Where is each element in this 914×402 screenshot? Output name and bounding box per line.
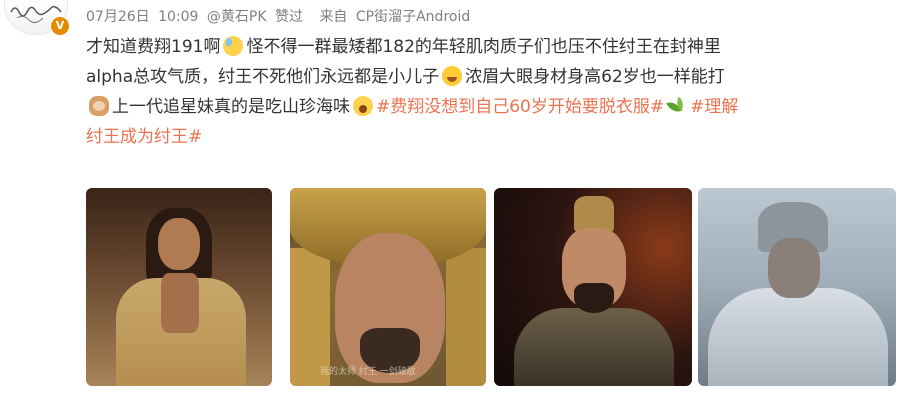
source-link[interactable]: CP街溜子Android: [356, 9, 470, 25]
photo-thumbnail[interactable]: [698, 188, 896, 386]
post-text: 怪不得一群最矮都182的年轻肌肉质子们也压不住纣王在封神里: [246, 37, 721, 57]
source-prefix: 来自: [319, 9, 348, 25]
photo-subtitle: 我的太师 纣王 一剑破敌: [320, 367, 416, 377]
leaf-icon: [667, 96, 687, 116]
photo-thumbnail[interactable]: [86, 188, 272, 386]
post-meta: 07月26日 10:09 @黄石PK 赞过 来自 CP街溜子Android: [86, 6, 474, 26]
verified-badge: V: [50, 16, 70, 36]
post-body: 才知道费翔191啊 怪不得一群最矮都182的年轻肌肉质子们也压不住纣王在封神里 a…: [86, 32, 906, 152]
post-line-4: 纣王成为纣王#: [86, 122, 906, 152]
monkey-icon: [89, 96, 109, 116]
post-text: 才知道费翔191啊: [86, 37, 221, 57]
post-line-1: 才知道费翔191啊 怪不得一群最矮都182的年轻肌肉质子们也压不住纣王在封神里: [86, 32, 906, 62]
post-line-3: 上一代追星妹真的是吃山珍海味 #费翔没想到自己60岁开始要脱衣服# #理解: [86, 92, 906, 122]
post-text: 浓眉大眼身材身高62岁也一样能打: [465, 67, 725, 87]
post-line-2: alpha总攻气质，纣王不死他们永远都是小儿子 浓眉大眼身材身高62岁也一样能打: [86, 62, 906, 92]
post-text: 上一代追星妹真的是吃山珍海味: [112, 97, 350, 117]
photo-grid: 我的太师 纣王 一剑破敌: [86, 188, 896, 386]
hashtag-link[interactable]: 纣王成为纣王#: [86, 127, 202, 147]
photo-thumbnail[interactable]: 我的太师 纣王 一剑破敌: [290, 188, 486, 386]
repost-author-link[interactable]: @黄石PK: [207, 9, 267, 25]
post-text: alpha总攻气质，纣王不死他们永远都是小儿子: [86, 67, 440, 87]
laugh-icon: [442, 66, 463, 86]
repost-action: 赞过: [274, 9, 303, 25]
post-time[interactable]: 10:09: [158, 9, 198, 25]
photo-thumbnail[interactable]: [494, 188, 692, 386]
hashtag-link[interactable]: #理解: [690, 97, 738, 117]
yawn-icon: [353, 96, 373, 116]
post-date[interactable]: 07月26日: [86, 9, 150, 25]
hashtag-link[interactable]: #费翔没想到自己60岁开始要脱衣服#: [376, 97, 664, 117]
sweat-smile-icon: [223, 36, 244, 56]
